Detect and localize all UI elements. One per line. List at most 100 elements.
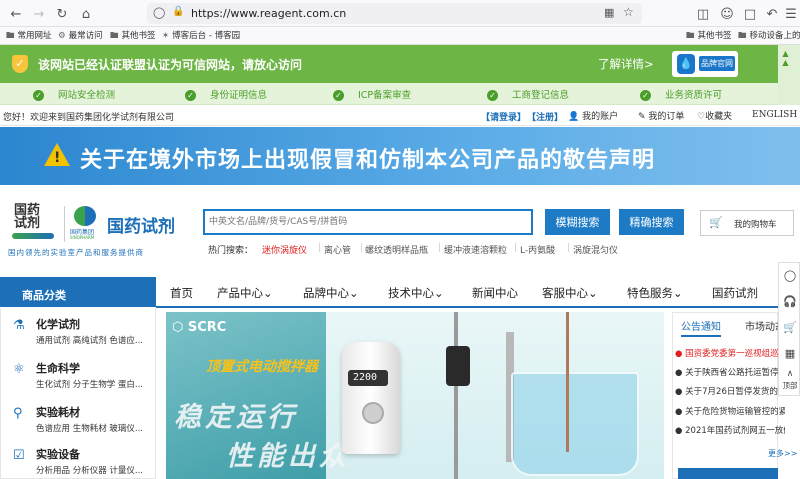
category-title[interactable]: 实验设备 [36,446,80,462]
tab-notices[interactable]: 公告通知 [681,318,721,337]
nav-reagent[interactable]: 国药试剂 [712,285,758,301]
nav-brands[interactable]: 品牌中心⌄ [303,285,359,301]
notice-more-link[interactable]: 更多>> [768,448,797,459]
nav-news[interactable]: 新闻中心 [472,285,518,301]
check-item[interactable]: ✓ ICP备案审查 [333,87,411,101]
account-link[interactable]: 👤 我的账户 [568,109,618,122]
extension-avatar-icon[interactable]: ☺ [717,4,737,24]
cart-button[interactable]: 🛒 我的购物车 [700,210,794,236]
shield-check-icon: ✓ [12,55,28,73]
bookmark-item[interactable]: ✶ 博客后台 - 博客园 [162,29,240,41]
stirrer-display-value: 2200 [353,372,378,383]
login-link[interactable]: 【请登录】 [481,110,526,123]
category-head[interactable]: 商品分类 [0,277,156,307]
back-icon[interactable]: ← [6,4,26,24]
hot-search-item[interactable]: 螺纹透明样品瓶 [365,243,428,256]
sinopharm-logo[interactable]: 国药集团 SINOPHARM [70,205,100,241]
sinopharm-emblem-icon [74,206,96,226]
nav-tech[interactable]: 技术中心⌄ [388,285,444,301]
menu-icon[interactable]: ☰ [781,4,800,24]
hot-separator: | [567,243,571,253]
qr-code-icon[interactable]: ▦ [782,347,798,360]
nav-special[interactable]: 特色服务⌄ [627,285,683,301]
undo-icon[interactable]: ↶ [762,4,782,24]
forward-icon[interactable]: → [29,4,49,24]
hot-separator: | [438,243,442,253]
category-subs[interactable]: 分析用品 分析仪器 计量仪... [36,464,143,476]
notice-item[interactable]: ● 关于陕西省公路托运暂停发 [675,366,785,378]
hot-search-item[interactable]: L-丙氨酸 [520,243,555,256]
check-item[interactable]: ✓ 工商登记信息 [487,87,569,101]
bookmark-item[interactable]: 🖿移动设备上的书 [738,29,800,44]
fuzzy-search-button[interactable]: 模糊搜索 [545,209,610,235]
hot-search-item[interactable]: 迷你涡旋仪 [262,243,307,256]
cart-icon[interactable]: 🛒 [782,321,798,334]
hot-separator: | [360,243,364,253]
hot-search-item[interactable]: 离心管 [324,243,351,256]
check-icon: ✓ [487,90,498,101]
sidebar-icon[interactable]: ◫ [693,4,713,24]
notice-item[interactable]: ● 关于7月26日暂停发货的通 [675,385,785,397]
stirrer-body [342,342,400,454]
home-icon[interactable]: ⌂ [76,4,96,24]
notice-item[interactable]: ● 国资委党委第一巡视组巡视 [675,347,785,359]
category-subs[interactable]: 生化试剂 分子生物学 蛋白... [36,378,143,390]
bookmark-item[interactable]: 🖿 常用网址 [6,29,52,44]
folder-icon: 🖿 [686,31,695,41]
english-link[interactable]: ENGLISH [752,110,797,120]
sinopharm-en-label: SINOPHARM [70,235,95,240]
back-to-top-icon[interactable]: ∧ [782,369,798,379]
nav-products[interactable]: 产品中心⌄ [217,285,273,301]
orders-link[interactable]: ✎ 我的订单 [638,109,684,122]
check-item[interactable]: ✓ 业务资质许可 [640,87,722,101]
service-icon[interactable]: ◯ [782,269,798,282]
nav-service[interactable]: 客服中心⌄ [542,285,598,301]
qr-code-icon[interactable]: ▦ [604,6,614,19]
bookmark-item[interactable]: 🖿 其他书签 [110,29,156,44]
hero-slogan1: 稳定运行 [174,402,298,433]
category-title[interactable]: 实验耗材 [36,404,80,420]
bookmark-item[interactable]: ⚙ 最常访问 [58,29,103,41]
chevron-down-icon: ⌄ [434,286,444,300]
search-box[interactable] [203,209,533,235]
crop-icon[interactable]: □ [740,4,760,24]
hero-product: 顶置式电动搅拌器 [206,359,318,375]
category-title[interactable]: 生命科学 [36,360,80,376]
url-text[interactable]: https://www.reagent.com.cn [191,7,346,20]
star-icon[interactable]: ☆ [623,5,634,19]
folder-icon: 🖿 [738,31,747,41]
category-subs[interactable]: 通用试剂 高纯试剂 色谱应... [36,334,143,346]
check-item[interactable]: ✓ 身份证明信息 [185,87,267,101]
headset-icon[interactable]: 🎧 [782,295,798,308]
promo-banner[interactable]: ! 关于在境外市场上出现假冒和仿制本公司产品的敬告声明 [0,127,800,185]
back-to-top-label[interactable]: 顶部 [780,380,800,391]
register-link[interactable]: 【注册】 [527,110,563,123]
shield-icon[interactable]: ◯ [153,6,165,19]
lock-icon[interactable]: 🔒 [172,6,184,17]
hot-search-item[interactable]: 涡旋混匀仪 [573,243,618,256]
notice-item[interactable]: ● 2021年国药试剂网五一放假... [675,424,785,436]
stirrer-knob [362,402,384,424]
hot-search-item[interactable]: 缓冲液速溶颗粒 [444,243,507,256]
exact-search-button[interactable]: 精确搜索 [619,209,684,235]
nav-home[interactable]: 首页 [170,285,193,301]
favorites-link[interactable]: ♡收藏夹 [697,109,732,122]
browser-toolbar: ← → ↻ ⌂ ◯ 🔒 https://www.reagent.com.cn ▦… [0,0,800,27]
search-input[interactable] [209,213,527,231]
side-arrow-icon[interactable]: ▲▲ [781,49,790,67]
bookmark-item[interactable]: 🖿 其他书签 [686,29,732,44]
logo-mark[interactable]: 国药试剂 [10,203,62,243]
check-item[interactable]: ✓ 网站安全检测 [33,87,115,101]
url-bar[interactable]: ◯ 🔒 https://www.reagent.com.cn ▦ ☆ [147,3,642,24]
category-subs[interactable]: 色谱应用 生物耗材 玻璃仪... [36,422,143,434]
right-side-strip: ▲▲ [778,45,800,105]
float-toolbar: ◯ 🎧 🛒 ▦ ∧ 顶部 [778,262,800,396]
hero-brand: ⬡ SCRC [172,320,227,335]
notice-item[interactable]: ● 关于危险货物运输管控的紧 [675,405,785,417]
brand-site-button[interactable]: 💧 品牌官网 [672,51,738,77]
reload-icon[interactable]: ↻ [52,4,72,24]
category-title[interactable]: 化学试剂 [36,316,80,332]
hero-carousel[interactable]: ⬡ SCRC 顶置式电动搅拌器 稳定运行 性能出众 2200 [166,312,664,479]
chevron-down-icon: ⌄ [263,286,273,300]
cert-more-link[interactable]: 了解详情> [598,56,654,72]
